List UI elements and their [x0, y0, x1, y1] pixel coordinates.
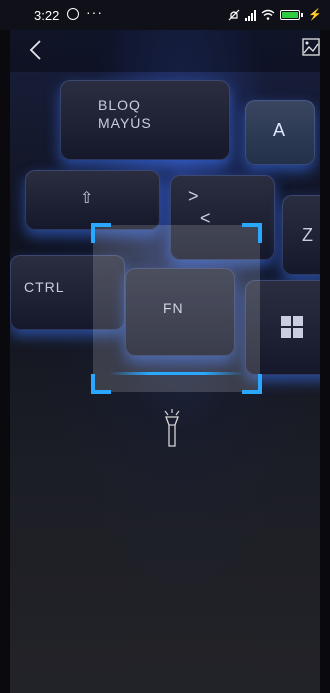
back-arrow-icon[interactable]: [28, 39, 44, 61]
windows-logo-icon: [281, 316, 303, 338]
charging-icon: ⚡: [308, 9, 322, 21]
wifi-icon: [261, 9, 275, 20]
status-bar: 3:22 ··· ⚡: [0, 0, 330, 30]
scan-corner-bottom-right: [242, 374, 262, 394]
scan-corner-top-right: [242, 223, 262, 243]
scan-corner-top-left: [91, 223, 111, 243]
more-notifications-icon: ···: [86, 4, 103, 20]
right-edge: [320, 30, 330, 693]
key-glyph-angle: > <: [188, 186, 212, 228]
scan-frame: [91, 223, 262, 394]
keyboard-key-a: A: [245, 100, 315, 165]
key-label-a: A: [273, 120, 287, 140]
scan-corner-bottom-left: [91, 374, 111, 394]
key-label-capslock: BLOQ MAYÚS: [98, 97, 152, 131]
keyboard-key-shift: ⇧: [25, 170, 160, 230]
signal-icon: [245, 9, 257, 21]
battery-tip: [301, 12, 304, 17]
scan-line: [109, 372, 244, 375]
status-time: 3:22: [34, 8, 60, 23]
top-bar: [10, 30, 320, 72]
flashlight-icon[interactable]: [162, 408, 182, 448]
scanner-screen: BLOQ MAYÚS A ⇧ > < Z CTRL FN 3:22 ··· ⚡: [0, 0, 330, 693]
key-label-ctrl: CTRL: [24, 279, 65, 295]
battery-icon: [280, 9, 301, 20]
left-edge: [0, 30, 10, 693]
whatsapp-icon: [67, 8, 79, 20]
lower-shadow: [10, 440, 320, 693]
key-label-z: Z: [302, 225, 314, 245]
mute-bell-icon: [228, 9, 240, 20]
gallery-icon[interactable]: [302, 38, 320, 56]
keyboard-key-capslock: BLOQ MAYÚS: [60, 80, 230, 160]
status-icons: ⚡: [228, 8, 322, 21]
shift-arrow-icon: ⇧: [80, 190, 95, 207]
